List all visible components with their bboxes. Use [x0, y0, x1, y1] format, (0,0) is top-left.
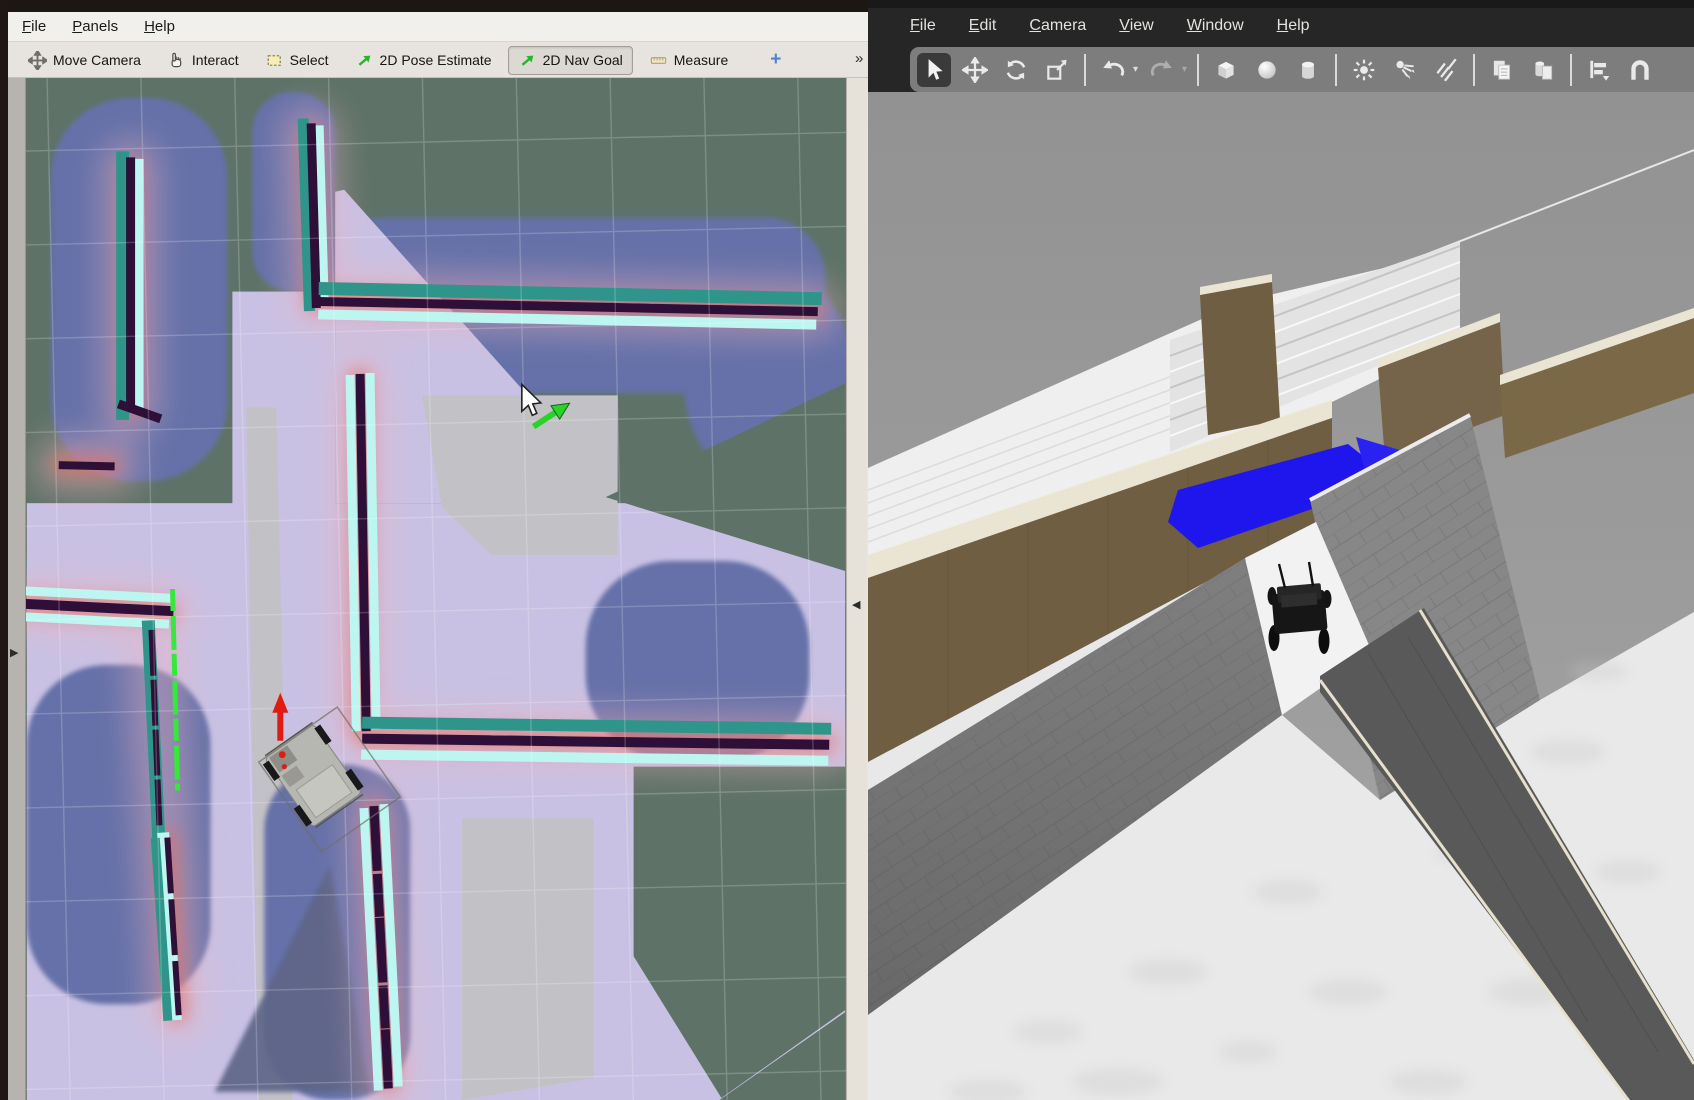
- rviz-titlebar: [8, 0, 868, 12]
- rviz-menu-file[interactable]: File: [22, 18, 46, 35]
- gazebo-toolbar-row: ▾ ▾: [868, 44, 1694, 92]
- sphere-icon[interactable]: [1250, 53, 1284, 87]
- stair-wall-left: [1200, 274, 1280, 435]
- gazebo-toolbar: ▾ ▾: [910, 47, 1694, 92]
- gazebo-menu-file[interactable]: File: [910, 17, 936, 35]
- rviz-toolbar: Move Camera Interact Select: [8, 43, 868, 78]
- interact-label: Interact: [192, 52, 239, 68]
- paste-icon[interactable]: [1526, 53, 1560, 87]
- directional-light-icon[interactable]: [1429, 53, 1463, 87]
- gazebo-menubar: File Edit Camera View Window Help: [868, 8, 1694, 44]
- toolbar-separator: [1084, 54, 1086, 86]
- select-tool[interactable]: Select: [255, 46, 339, 75]
- rviz-content: ▶: [8, 78, 868, 1100]
- box-icon[interactable]: [1209, 53, 1243, 87]
- toolbar-separator: [1570, 54, 1572, 86]
- undo-icon[interactable]: [1096, 53, 1130, 87]
- gazebo-menu-camera[interactable]: Camera: [1029, 17, 1086, 35]
- redo-dropdown-icon[interactable]: ▾: [1182, 64, 1187, 75]
- rviz-3d-viewport[interactable]: [26, 78, 846, 1100]
- dock-collapse-right-arrow[interactable]: ◀: [852, 598, 860, 611]
- rviz-left-dock-gutter: ▶: [8, 78, 26, 1100]
- copy-icon[interactable]: [1485, 53, 1519, 87]
- align-icon[interactable]: [1582, 53, 1616, 87]
- redo-icon[interactable]: [1145, 53, 1179, 87]
- interact-hand-icon: [167, 51, 186, 70]
- pose-estimate-tool[interactable]: 2D Pose Estimate: [345, 46, 502, 75]
- nav-goal-arrow-icon: [518, 51, 537, 70]
- nav-goal-tool[interactable]: 2D Nav Goal: [508, 46, 633, 75]
- gazebo-menu-view[interactable]: View: [1119, 17, 1153, 35]
- toolbar-separator: [1197, 54, 1199, 86]
- select-arrow-icon[interactable]: [917, 53, 951, 87]
- rviz-menu-panels[interactable]: Panels: [72, 18, 118, 35]
- measure-tool[interactable]: Measure: [639, 46, 738, 75]
- rviz-window: File Panels Help Move Camera: [8, 0, 868, 1100]
- gazebo-3d-viewport[interactable]: [868, 92, 1694, 1100]
- gazebo-window: File Edit Camera View Window Help: [868, 0, 1694, 1100]
- desktop-edge: [0, 0, 8, 1100]
- select-box-icon: [265, 51, 284, 70]
- add-tool-button[interactable]: +: [770, 49, 781, 71]
- desktop: File Panels Help Move Camera: [0, 0, 1694, 1100]
- select-label: Select: [290, 52, 329, 68]
- spot-light-icon[interactable]: [1388, 53, 1422, 87]
- gazebo-menu-window[interactable]: Window: [1187, 17, 1244, 35]
- costmap-canvas: [26, 78, 846, 1100]
- pose-estimate-label: 2D Pose Estimate: [380, 52, 492, 68]
- move-camera-label: Move Camera: [53, 52, 141, 68]
- measure-ruler-icon: [649, 51, 668, 70]
- toolbar-overflow-chevron[interactable]: »: [855, 50, 863, 67]
- gazebo-titlebar: [868, 0, 1694, 8]
- undo-dropdown-icon[interactable]: ▾: [1133, 64, 1138, 75]
- cylinder-icon[interactable]: [1291, 53, 1325, 87]
- measure-label: Measure: [674, 52, 728, 68]
- nav-goal-label: 2D Nav Goal: [543, 52, 623, 68]
- gazebo-scene: [868, 92, 1694, 1100]
- translate-icon[interactable]: [958, 53, 992, 87]
- move-camera-tool[interactable]: Move Camera: [18, 46, 151, 75]
- scale-icon[interactable]: [1040, 53, 1074, 87]
- rviz-right-dock-gutter: ◀: [846, 78, 867, 1100]
- rotate-icon[interactable]: [999, 53, 1033, 87]
- gazebo-menu-edit[interactable]: Edit: [969, 17, 997, 35]
- rviz-menubar: File Panels Help: [8, 12, 868, 42]
- dock-collapse-left-arrow[interactable]: ▶: [10, 646, 18, 659]
- toolbar-separator: [1473, 54, 1475, 86]
- point-light-icon[interactable]: [1347, 53, 1381, 87]
- toolbar-separator: [1335, 54, 1337, 86]
- rviz-menu-help[interactable]: Help: [144, 18, 175, 35]
- snap-magnet-icon[interactable]: [1623, 53, 1657, 87]
- interact-tool[interactable]: Interact: [157, 46, 249, 75]
- move-camera-icon: [28, 51, 47, 70]
- pose-estimate-arrow-icon: [355, 51, 374, 70]
- gazebo-menu-help[interactable]: Help: [1277, 17, 1310, 35]
